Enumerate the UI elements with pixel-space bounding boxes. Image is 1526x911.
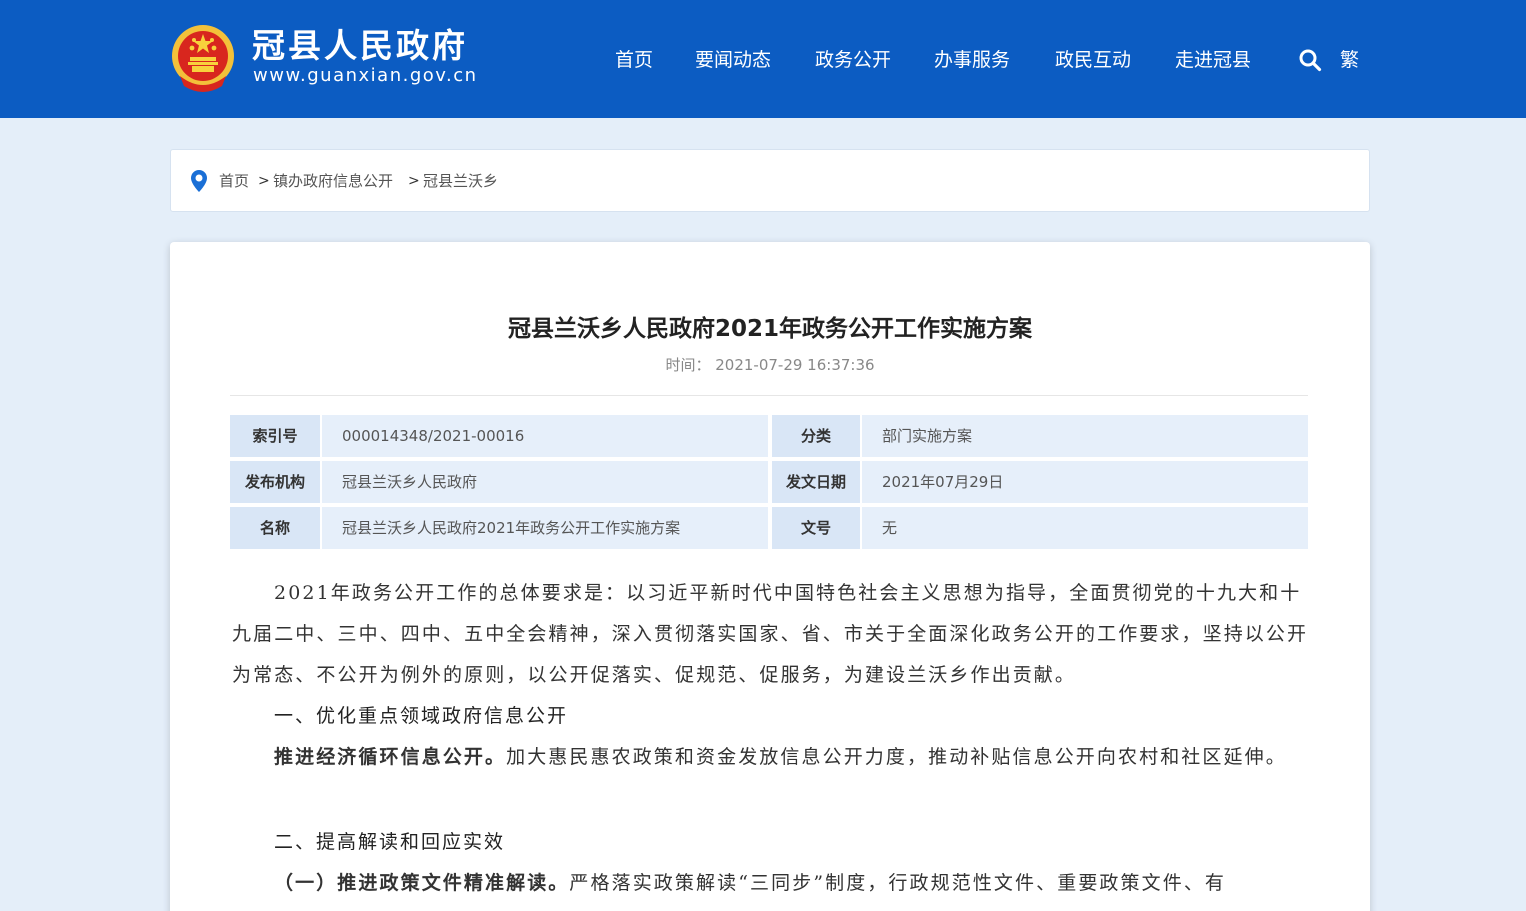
index-value: 000014348/2021-00016: [322, 415, 768, 457]
nav-home[interactable]: 首页: [615, 46, 653, 74]
breadcrumb-town-info[interactable]: 镇办政府信息公开: [273, 170, 393, 192]
breadcrumb-separator: >: [258, 173, 270, 189]
publisher-value: 冠县兰沃乡人民政府: [322, 461, 768, 503]
date-label: 发文日期: [772, 461, 860, 503]
article-card: 冠县兰沃乡人民政府2021年政务公开工作实施方案 时间： 2021-07-29 …: [170, 242, 1370, 911]
docno-value: 无: [862, 507, 1308, 549]
nav-services[interactable]: 办事服务: [934, 46, 1010, 74]
docno-label: 文号: [772, 507, 860, 549]
breadcrumb-home[interactable]: 首页: [219, 170, 249, 192]
index-label: 索引号: [230, 415, 320, 457]
paragraph-3-text: 严格落实政策解读“三同步”制度，行政规范性文件、重要政策文件、有: [569, 872, 1227, 894]
time-value: 2021-07-29 16:37:36: [715, 356, 875, 374]
nav-interaction[interactable]: 政民互动: [1055, 46, 1131, 74]
site-header: 冠县人民政府 www.guanxian.gov.cn 首页 要闻动态 政务公开 …: [0, 0, 1526, 118]
paragraph-2-lead: 推进经济循环信息公开。: [274, 746, 507, 768]
name-value: 冠县兰沃乡人民政府2021年政务公开工作实施方案: [322, 507, 768, 549]
site-url: www.guanxian.gov.cn: [253, 65, 478, 86]
article-time: 时间： 2021-07-29 16:37:36: [170, 354, 1370, 376]
location-pin-icon: [191, 170, 207, 192]
body-paragraph-1: 2021年政务公开工作的总体要求是：以习近平新时代中国特色社会主义思想为指导，全…: [232, 582, 1309, 686]
national-emblem-icon[interactable]: [170, 22, 236, 94]
breadcrumb-separator: >: [408, 173, 420, 189]
paragraph-3-lead: （一）推进政策文件精准解读。: [274, 872, 570, 894]
publisher-label: 发布机构: [230, 461, 320, 503]
nav-about[interactable]: 走进冠县: [1175, 46, 1251, 74]
date-value: 2021年07月29日: [862, 461, 1308, 503]
site-title[interactable]: 冠县人民政府: [252, 26, 468, 66]
article-title: 冠县兰沃乡人民政府2021年政务公开工作实施方案: [507, 316, 1032, 342]
section-heading-1: 一、优化重点领域政府信息公开: [274, 705, 569, 727]
body-paragraph-2: 推进经济循环信息公开。加大惠民惠农政策和资金发放信息公开力度，推动补贴信息公开向…: [232, 737, 1310, 778]
section-heading-2: 二、提高解读和回应实效: [274, 831, 506, 853]
breadcrumb-lanwo[interactable]: 冠县兰沃乡: [423, 170, 498, 192]
search-icon[interactable]: [1298, 48, 1322, 72]
time-label: 时间：: [665, 356, 711, 374]
breadcrumb: 首页 > 镇办政府信息公开 > 冠县兰沃乡: [170, 149, 1370, 212]
nav-gov-affairs[interactable]: 政务公开: [815, 46, 891, 74]
body-paragraph-3: （一）推进政策文件精准解读。严格落实政策解读“三同步”制度，行政规范性文件、重要…: [232, 863, 1310, 904]
divider: [230, 395, 1308, 396]
traditional-chinese-toggle[interactable]: 繁: [1340, 46, 1359, 74]
nav-news[interactable]: 要闻动态: [695, 46, 771, 74]
name-label: 名称: [230, 507, 320, 549]
category-value: 部门实施方案: [862, 415, 1308, 457]
category-label: 分类: [772, 415, 860, 457]
paragraph-2-text: 加大惠民惠农政策和资金发放信息公开力度，推动补贴信息公开向农村和社区延伸。: [506, 746, 1287, 768]
